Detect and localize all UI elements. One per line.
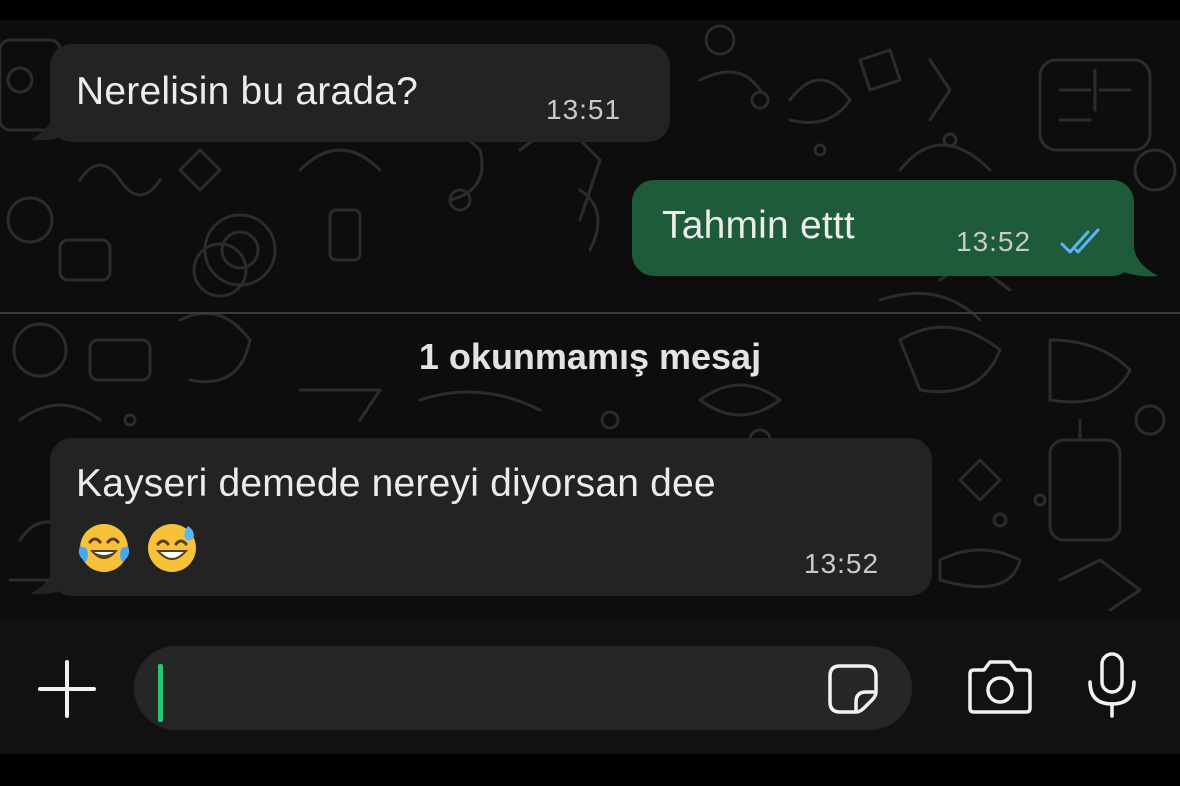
double-check-read-icon xyxy=(1060,228,1100,254)
message-text: Kayseri demede nereyi diyorsan dee xyxy=(76,462,716,505)
unread-messages-label: 1 okunmamış mesaj xyxy=(418,336,762,377)
camera-icon[interactable] xyxy=(964,658,1036,718)
microphone-icon[interactable] xyxy=(1082,650,1142,722)
face-with-tears-of-joy-emoji xyxy=(78,524,130,572)
message-timestamp: 13:52 xyxy=(804,548,880,579)
unread-divider-line xyxy=(0,312,1180,314)
chat-area[interactable]: Nerelisin bu arada? 13:51 Tahmin ettt 13… xyxy=(0,20,1180,620)
message-bubble-outgoing[interactable]: Tahmin ettt 13:52 xyxy=(632,180,1134,276)
grinning-face-with-sweat-emoji xyxy=(148,524,196,572)
chat-screen: Nerelisin bu arada? 13:51 Tahmin ettt 13… xyxy=(0,0,1180,786)
message-bubble-incoming[interactable]: Kayseri demede nereyi diyorsan dee 13:52 xyxy=(50,438,932,596)
message-timestamp: 13:51 xyxy=(546,94,622,125)
home-indicator-area xyxy=(0,754,1180,786)
status-strip xyxy=(0,0,1180,20)
message-bubble-incoming[interactable]: Nerelisin bu arada? 13:51 xyxy=(50,44,670,142)
sticker-icon[interactable] xyxy=(826,662,880,716)
composer-bar xyxy=(0,620,1180,754)
message-timestamp: 13:52 xyxy=(956,226,1032,257)
plus-icon[interactable] xyxy=(36,658,98,720)
message-input[interactable] xyxy=(134,646,912,730)
message-text: Tahmin ettt xyxy=(662,204,855,247)
message-text: Nerelisin bu arada? xyxy=(76,70,419,113)
text-cursor xyxy=(158,664,163,722)
